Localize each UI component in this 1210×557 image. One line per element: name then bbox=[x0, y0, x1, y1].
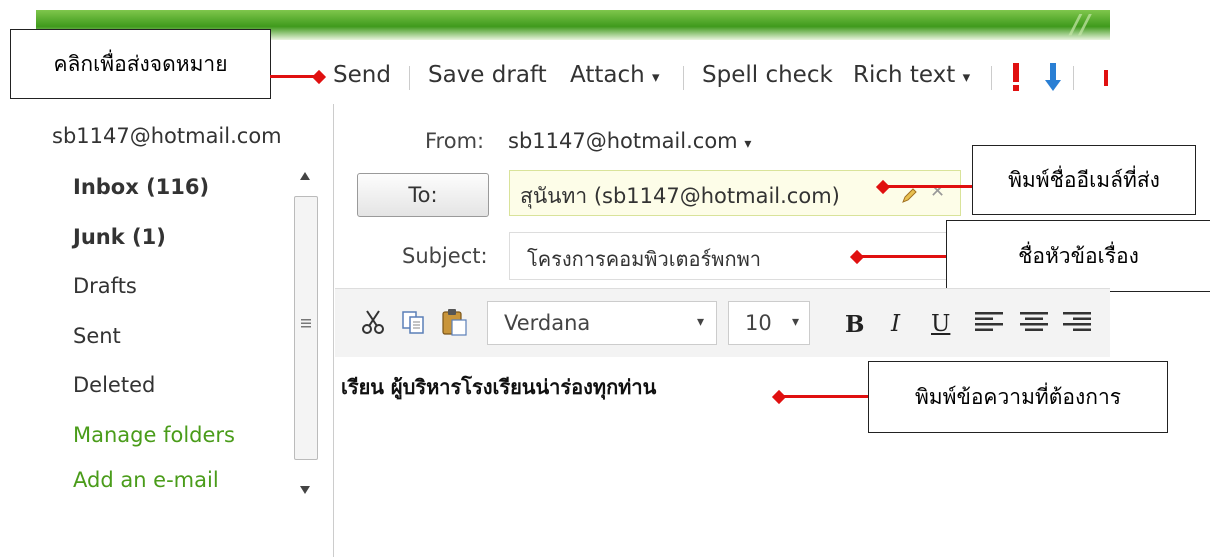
callout-to: พิมพ์ชื่ออีเมล์ที่ส่ง bbox=[972, 145, 1196, 215]
copy-icon[interactable] bbox=[401, 309, 427, 335]
font-size-value: 10 bbox=[745, 311, 772, 335]
formatting-toolbar: Verdana ▾ 10 ▾ B I U bbox=[335, 288, 1110, 357]
brand-mark: // bbox=[1071, 10, 1090, 40]
underline-button[interactable]: U bbox=[931, 311, 950, 337]
toolbar-divider bbox=[991, 66, 992, 90]
low-importance-icon[interactable] bbox=[1043, 60, 1063, 98]
callout-body: พิมพ์ข้อความที่ต้องการ bbox=[868, 361, 1168, 433]
chevron-down-icon: ▾ bbox=[696, 314, 704, 330]
pencil-icon[interactable] bbox=[900, 187, 918, 205]
chevron-down-icon: ▾ bbox=[744, 136, 752, 152]
italic-button[interactable]: I bbox=[891, 311, 900, 337]
subject-label: Subject: bbox=[402, 244, 488, 268]
from-label: From: bbox=[425, 129, 485, 153]
scroll-down-icon[interactable] bbox=[300, 486, 310, 494]
toolbar-divider bbox=[683, 66, 684, 90]
font-family-value: Verdana bbox=[504, 311, 591, 335]
add-email-link[interactable]: Add an e-mail bbox=[73, 468, 219, 492]
subject-value: โครงการคอมพิวเตอร์พกพา bbox=[527, 247, 761, 271]
paste-icon[interactable] bbox=[441, 307, 469, 337]
chevron-down-icon: ▾ bbox=[652, 68, 660, 86]
toolbar-divider bbox=[409, 66, 410, 90]
from-select[interactable]: sb1147@hotmail.com ▾ bbox=[508, 129, 751, 153]
callout-send: คลิกเพื่อส่งจดหมาย bbox=[10, 29, 271, 99]
manage-folders-link[interactable]: Manage folders bbox=[73, 423, 235, 447]
from-value: sb1147@hotmail.com bbox=[508, 129, 738, 153]
folder-deleted[interactable]: Deleted bbox=[73, 373, 155, 397]
spell-check-button[interactable]: Spell check bbox=[702, 62, 833, 88]
callout-subject: ชื่อหัวข้อเรื่อง bbox=[946, 220, 1210, 292]
cut-icon[interactable] bbox=[361, 309, 385, 335]
save-draft-button[interactable]: Save draft bbox=[428, 62, 547, 88]
rich-text-menu[interactable]: Rich text ▾ bbox=[853, 62, 970, 88]
callout-to-pointer-line bbox=[885, 185, 972, 188]
folder-inbox[interactable]: Inbox (116) bbox=[73, 175, 209, 199]
font-family-select[interactable]: Verdana ▾ bbox=[487, 301, 717, 345]
folder-sent[interactable]: Sent bbox=[73, 324, 121, 348]
to-button[interactable]: To: bbox=[357, 173, 489, 217]
align-left-icon[interactable] bbox=[975, 311, 1003, 333]
chevron-down-icon: ▾ bbox=[791, 314, 799, 330]
account-email: sb1147@hotmail.com bbox=[52, 124, 282, 148]
body-text: เรียน ผู้บริหารโรงเรียนน่าร่องทุกท่าน bbox=[341, 375, 657, 399]
sidebar-scrollbar[interactable] bbox=[290, 168, 318, 496]
toolbar-divider bbox=[1073, 66, 1074, 90]
scrollbar-thumb[interactable] bbox=[294, 196, 318, 460]
folder-drafts[interactable]: Drafts bbox=[73, 274, 137, 298]
send-button[interactable]: Send bbox=[333, 62, 391, 88]
high-importance-icon[interactable] bbox=[1008, 60, 1024, 98]
chevron-down-icon: ▾ bbox=[962, 68, 971, 86]
scroll-up-icon[interactable] bbox=[300, 172, 310, 180]
callout-send-pointer-tip bbox=[311, 69, 327, 85]
font-size-select[interactable]: 10 ▾ bbox=[728, 301, 810, 345]
to-field[interactable]: สุนันทา (sb1147@hotmail.com) ✕ bbox=[509, 170, 961, 216]
attach-menu[interactable]: Attach ▾ bbox=[570, 62, 660, 88]
align-right-icon[interactable] bbox=[1063, 311, 1091, 333]
recipient-chip[interactable]: สุนันทา (sb1147@hotmail.com) bbox=[520, 180, 840, 213]
callout-body-pointer-line bbox=[780, 395, 868, 398]
align-center-icon[interactable] bbox=[1020, 311, 1048, 333]
callout-subject-pointer-line bbox=[858, 255, 946, 258]
pane-divider bbox=[333, 104, 334, 557]
bold-button[interactable]: B bbox=[845, 311, 864, 338]
grip-icon bbox=[301, 319, 311, 328]
folder-junk[interactable]: Junk (1) bbox=[73, 225, 166, 249]
rich-text-label: Rich text bbox=[853, 62, 956, 88]
attach-label: Attach bbox=[570, 62, 645, 88]
more-options-icon[interactable] bbox=[1104, 70, 1108, 86]
